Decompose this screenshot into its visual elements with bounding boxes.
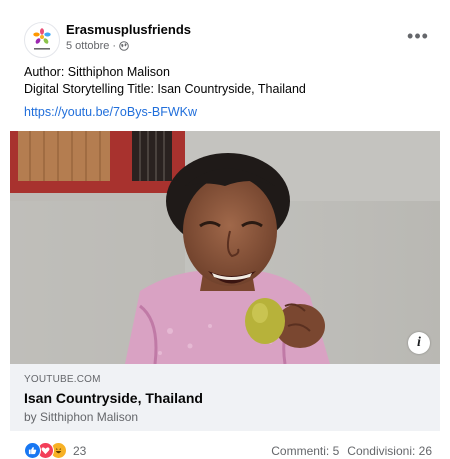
page-name[interactable]: Erasmusplusfriends — [66, 22, 191, 37]
post-date[interactable]: 5 ottobre — [66, 40, 109, 52]
preview-title[interactable]: Isan Countryside, Thailand — [24, 390, 203, 406]
erasmus-logo-icon — [33, 28, 51, 50]
more-icon: ••• — [407, 25, 429, 46]
post-text-line: Author: Sitthiphon Malison — [24, 65, 170, 79]
preview-domain: YOUTUBE.COM — [24, 374, 101, 385]
engagement-counts: Commenti: 5 Condivisioni: 26 — [271, 444, 432, 458]
more-options-button[interactable]: ••• — [404, 24, 432, 48]
shares-count[interactable]: Condivisioni: 26 — [347, 444, 432, 458]
preview-subtitle: by Sitthiphon Malison — [24, 410, 139, 424]
page-avatar[interactable] — [24, 22, 60, 58]
reaction-count: 23 — [73, 443, 87, 458]
reactions-summary[interactable]: 23 — [24, 442, 86, 459]
post-link[interactable]: https://youtu.be/7oBys-BFWKw — [24, 105, 197, 119]
post-meta: 5 ottobre · — [66, 40, 129, 52]
meta-separator: · — [112, 40, 117, 52]
globe-icon — [119, 41, 129, 51]
link-preview[interactable]: YOUTUBE.COM Isan Countryside, Thailand b… — [10, 364, 440, 431]
comments-count[interactable]: Commenti: 5 — [271, 444, 339, 458]
post-text: Author: Sitthiphon Malison Digital Story… — [24, 64, 424, 98]
info-button[interactable]: i — [408, 332, 430, 354]
like-reaction-icon — [24, 442, 41, 459]
video-thumbnail[interactable]: i — [10, 131, 440, 364]
info-icon: i — [417, 335, 421, 350]
post-card: Erasmusplusfriends 5 ottobre · ••• Autho… — [10, 0, 440, 459]
post-text-line: Digital Storytelling Title: Isan Country… — [24, 82, 306, 96]
thumbnail-image — [10, 131, 440, 364]
